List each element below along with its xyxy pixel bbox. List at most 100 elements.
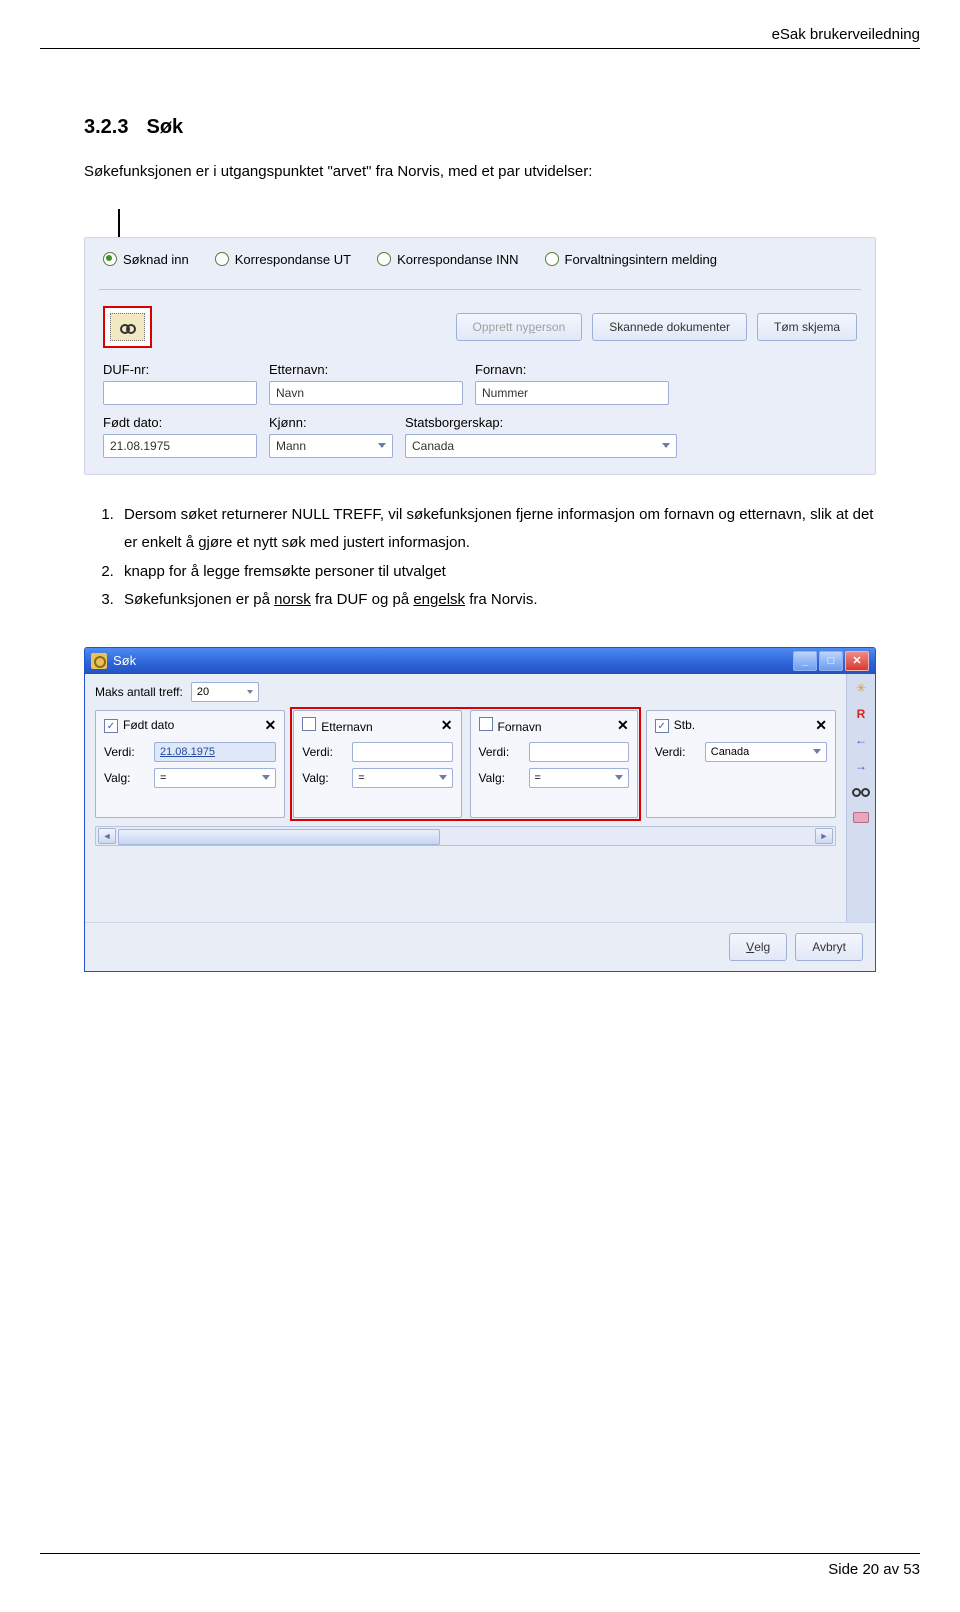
fornavn-label: Fornavn:: [475, 362, 669, 377]
toolbar-row: Opprett ny person Skannede dokumenter Tø…: [103, 306, 857, 348]
verdi-input[interactable]: [352, 742, 452, 762]
valg-label: Valg:: [104, 771, 146, 785]
numbered-list: Dersom søket returnerer NULL TREFF, vil …: [84, 501, 876, 615]
window-icon: [91, 653, 107, 669]
footer-rule: [40, 1553, 920, 1554]
opprett-person-button[interactable]: Opprett ny person: [456, 313, 583, 341]
valg-select[interactable]: =: [154, 768, 276, 788]
criteria-title: Etternavn: [321, 720, 372, 734]
stats-label: Statsborgerskap:: [405, 415, 677, 430]
stats-select[interactable]: Canada: [405, 434, 677, 458]
remove-criteria-icon[interactable]: ✕: [441, 717, 453, 734]
heading-number: 3.2.3: [84, 116, 128, 138]
form-panel: Søknad inn Korrespondanse UT Korresponda…: [84, 237, 876, 475]
radio-dot-icon: [215, 252, 229, 266]
radio-dot-icon: [377, 252, 391, 266]
criteria-title: Født dato: [123, 718, 174, 732]
header-rule: [40, 48, 920, 49]
checkbox[interactable]: ✓: [104, 719, 118, 733]
etternavn-input[interactable]: Navn: [269, 381, 463, 405]
scroll-thumb[interactable]: [118, 829, 440, 845]
valg-label: Valg:: [479, 771, 521, 785]
radio-dot-icon: [545, 252, 559, 266]
radio-forvaltning[interactable]: Forvaltningsintern melding: [545, 252, 717, 267]
verdi-label: Verdi:: [104, 745, 146, 759]
valg-select[interactable]: =: [352, 768, 452, 788]
remove-criteria-icon[interactable]: ✕: [815, 717, 827, 734]
verdi-label: Verdi:: [479, 745, 521, 759]
stats-value: Canada: [412, 439, 454, 453]
maks-value: 20: [197, 686, 209, 698]
scroll-right-button[interactable]: ►: [815, 828, 833, 844]
radio-label: Korrespondanse UT: [235, 252, 351, 267]
intro-text: Søkefunksjonen er i utgangspunktet "arve…: [84, 161, 876, 183]
scroll-track[interactable]: [118, 829, 813, 843]
valg-select[interactable]: =: [529, 768, 629, 788]
checkbox[interactable]: [302, 717, 316, 731]
side-toolbar: ✳ R ← →: [846, 674, 875, 922]
skannede-dokumenter-button[interactable]: Skannede dokumenter: [592, 313, 747, 341]
checkbox[interactable]: ✓: [655, 719, 669, 733]
maximize-button[interactable]: □: [819, 651, 843, 671]
velg-button[interactable]: Velg: [729, 933, 787, 961]
scroll-left-button[interactable]: ◄: [98, 828, 116, 844]
horizontal-scrollbar[interactable]: ◄ ►: [95, 826, 836, 846]
maks-select[interactable]: 20: [191, 682, 259, 702]
verdi-input[interactable]: [529, 742, 629, 762]
titlebar[interactable]: Søk _ □ ✕: [85, 648, 875, 674]
verdi-input[interactable]: 21.08.1975: [154, 742, 276, 762]
eraser-icon[interactable]: [852, 810, 870, 826]
criteria-fornavn: Fornavn ✕ Verdi: Valg: =: [470, 710, 638, 818]
checkbox[interactable]: [479, 717, 493, 731]
remove-criteria-icon[interactable]: ✕: [617, 717, 629, 734]
fornavn-input[interactable]: Nummer: [475, 381, 669, 405]
criteria-title: Fornavn: [498, 720, 542, 734]
callout-line: [118, 209, 122, 237]
chevron-down-icon: [378, 443, 386, 448]
list-item-2: knapp for å legge fremsøkte personer til…: [118, 558, 876, 587]
radio-korr-inn[interactable]: Korrespondanse INN: [377, 252, 518, 267]
radio-label: Korrespondanse INN: [397, 252, 518, 267]
avbryt-button[interactable]: Avbryt: [795, 933, 863, 961]
minimize-button[interactable]: _: [793, 651, 817, 671]
chevron-down-icon: [247, 690, 253, 694]
fodt-input[interactable]: 21.08.1975: [103, 434, 257, 458]
window-title: Søk: [113, 653, 136, 668]
accel: p: [529, 320, 536, 334]
criteria-title: Stb.: [674, 718, 695, 732]
r-button[interactable]: R: [852, 706, 870, 722]
search-highlight-box: [103, 306, 152, 348]
close-button[interactable]: ✕: [845, 651, 869, 671]
kjonn-select[interactable]: Mann: [269, 434, 393, 458]
duf-input[interactable]: [103, 381, 257, 405]
search-button[interactable]: [110, 313, 145, 341]
binoculars-icon[interactable]: [852, 784, 870, 800]
heading-title: Søk: [146, 116, 183, 138]
radio-korr-ut[interactable]: Korrespondanse UT: [215, 252, 351, 267]
verdi-label: Verdi:: [302, 745, 344, 759]
kjonn-label: Kjønn:: [269, 415, 393, 430]
list-item-1: Dersom søket returnerer NULL TREFF, vil …: [118, 501, 876, 558]
radio-label: Forvaltningsintern melding: [565, 252, 717, 267]
radio-soknad-inn[interactable]: Søknad inn: [103, 252, 189, 267]
criteria-etternavn: Etternavn ✕ Verdi: Valg:=: [293, 710, 461, 818]
verdi-label: Verdi:: [655, 745, 697, 759]
sparkle-icon[interactable]: ✳: [852, 680, 870, 696]
chevron-down-icon: [439, 775, 447, 780]
radio-dot-icon: [103, 252, 117, 266]
arrow-left-icon[interactable]: ←: [852, 732, 870, 748]
remove-criteria-icon[interactable]: ✕: [265, 717, 277, 734]
accel: V: [746, 940, 754, 954]
maks-label: Maks antall treff:: [95, 685, 183, 699]
radio-label: Søknad inn: [123, 252, 189, 267]
panel-divider: [99, 289, 861, 290]
etternavn-label: Etternavn:: [269, 362, 463, 377]
chevron-down-icon: [262, 775, 270, 780]
arrow-right-icon[interactable]: →: [852, 758, 870, 774]
radio-row: Søknad inn Korrespondanse UT Korresponda…: [103, 252, 857, 267]
tom-skjema-button[interactable]: Tøm skjema: [757, 313, 857, 341]
verdi-select[interactable]: Canada: [705, 742, 827, 762]
chevron-down-icon: [615, 775, 623, 780]
chevron-down-icon: [662, 443, 670, 448]
criteria-fodt-dato: ✓ Født dato ✕ Verdi: 21.08.1975 Valg: =: [95, 710, 285, 818]
